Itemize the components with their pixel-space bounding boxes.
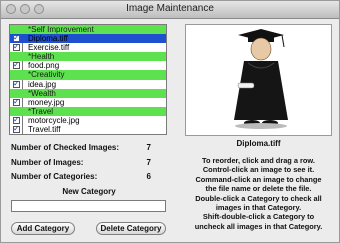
image-checkbox[interactable]	[13, 115, 20, 124]
image-checkbox[interactable]	[13, 97, 20, 106]
window-title: Image Maintenance	[126, 3, 214, 14]
image-preview	[185, 24, 332, 136]
image-checkbox[interactable]	[13, 42, 20, 52]
image-row[interactable]: money.jpg	[10, 97, 166, 107]
graduate-figure-icon	[234, 29, 288, 129]
image-checkbox[interactable]	[13, 79, 20, 88]
image-filename: Diploma.tiff	[28, 34, 68, 44]
image-row[interactable]: food.png	[10, 60, 166, 71]
images-count-value: 7	[146, 158, 151, 167]
new-category-input[interactable]	[11, 200, 166, 212]
category-row[interactable]: *Creativity	[10, 70, 166, 80]
instruction-line: the file name or delete the file.	[205, 184, 312, 194]
add-category-button[interactable]: Add Category	[11, 222, 75, 235]
image-filename: food.png	[28, 61, 60, 71]
delete-category-button[interactable]: Delete Category	[96, 222, 166, 235]
instruction-line: To reorder, click and drag a row.	[202, 156, 315, 165]
image-row[interactable]: Travel.tiff	[10, 124, 166, 135]
instruction-line: Command-click an image to change	[195, 174, 322, 184]
image-checkbox[interactable]	[13, 33, 20, 43]
categories-count-value: 6	[146, 172, 151, 181]
new-category-label: New Category	[62, 187, 116, 196]
image-filename: Exercise.tiff	[28, 43, 70, 53]
category-row[interactable]: *Travel	[10, 106, 166, 116]
instruction-line: Control-click an image to see it.	[202, 165, 315, 175]
instruction-line: images in that Category.	[215, 203, 302, 213]
images-count-label: Number of Images:	[11, 158, 84, 167]
image-filename: Travel.tiff	[28, 125, 61, 135]
preview-filename: Diploma.tiff	[236, 139, 281, 148]
category-row[interactable]: *Happiness	[10, 134, 166, 135]
category-row[interactable]: *Self Improvement	[10, 25, 166, 35]
image-filename: idea.jpg	[28, 79, 57, 89]
checked-images-label: Number of Checked Images:	[11, 143, 120, 152]
image-category-list[interactable]: *Self ImprovementDiploma.tiffExercise.ti…	[9, 24, 167, 135]
image-maintenance-window: Image Maintenance *Self ImprovementDiplo…	[0, 0, 340, 243]
image-row[interactable]: idea.jpg	[10, 79, 166, 89]
image-filename: money.jpg	[28, 97, 65, 107]
image-row[interactable]: Exercise.tiff	[10, 42, 166, 53]
instructions-text: To reorder, click and drag a row. Control…	[185, 156, 332, 231]
instruction-line: Shift-double-click a Category to	[202, 212, 315, 222]
image-checkbox[interactable]	[13, 60, 20, 70]
title-bar[interactable]: Image Maintenance	[1, 1, 339, 19]
image-checkbox[interactable]	[13, 124, 20, 134]
category-row[interactable]: *Health	[10, 52, 166, 62]
instruction-line: uncheck all images in that Category.	[194, 221, 323, 231]
categories-count-label: Number of Categories:	[11, 172, 98, 181]
image-row[interactable]: motorcycle.jpg	[10, 115, 166, 125]
category-row[interactable]: *Wealth	[10, 88, 166, 98]
image-row[interactable]: Diploma.tiff	[10, 33, 166, 44]
image-filename: motorcycle.jpg	[28, 115, 80, 125]
checked-images-value: 7	[146, 143, 151, 152]
instruction-line: Double-click a Category to check all	[195, 193, 322, 203]
